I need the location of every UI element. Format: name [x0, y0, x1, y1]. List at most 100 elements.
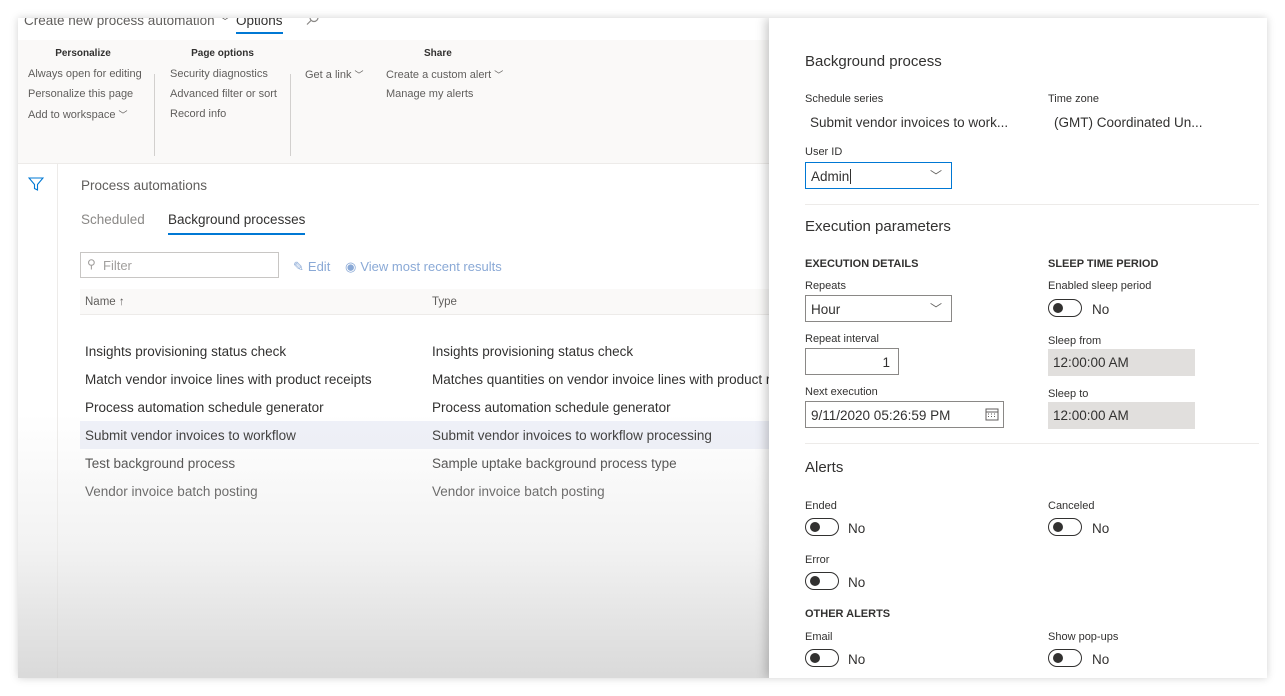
breadcrumb-label: Create new process automation	[24, 18, 215, 28]
ribbon-group-share: Share Create a custom alert ﹀ Manage my …	[386, 48, 506, 108]
view-most-recent-results-button[interactable]: ◉ View most recent results	[345, 259, 502, 275]
group-title: Share	[424, 48, 452, 59]
column-name-label: Name	[85, 296, 116, 308]
pencil-icon: ✎	[293, 259, 304, 274]
cell-type: Submit vendor invoices to workflow proce…	[432, 428, 712, 443]
section-heading-background-process: Background process	[805, 53, 942, 70]
chevron-down-icon: ﹀	[929, 302, 942, 316]
email-value: No	[848, 652, 866, 667]
sleep-to-label: Sleep to	[1048, 388, 1089, 400]
group-title: Page options	[191, 48, 254, 59]
sleep-from-label: Sleep from	[1048, 335, 1102, 347]
show-popups-label: Show pop-ups	[1048, 631, 1119, 643]
show-popups-toggle[interactable]	[1048, 649, 1082, 667]
ribbon-separator	[154, 74, 155, 156]
chevron-down-icon: ﹀	[494, 70, 504, 80]
eye-icon: ◉	[345, 259, 357, 274]
user-id-value: Admin	[811, 169, 850, 184]
cell-name: Insights provisioning status check	[85, 344, 287, 359]
view-results-label: View most recent results	[360, 259, 502, 274]
cell-name: Process automation schedule generator	[85, 400, 324, 415]
group-title: Personalize	[55, 48, 111, 59]
filter-icon[interactable]	[28, 176, 44, 192]
cell-name: Match vendor invoice lines with product …	[85, 372, 372, 387]
column-header-name[interactable]: Name ↑	[85, 296, 125, 308]
filter-pane	[18, 164, 58, 678]
group-title-empty	[305, 48, 364, 68]
execution-details-heading: EXECUTION DETAILS	[805, 258, 919, 270]
time-zone-value: (GMT) Coordinated Un...	[1054, 115, 1203, 130]
ended-toggle[interactable]	[805, 518, 839, 536]
search-icon[interactable]	[306, 18, 320, 29]
record-info-button[interactable]: Record info	[170, 108, 285, 128]
column-header-type[interactable]: Type	[432, 296, 457, 308]
error-toggle[interactable]	[805, 572, 839, 590]
ribbon-group-page-options: Page options Security diagnostics Advanc…	[170, 48, 285, 128]
sleep-time-period-heading: SLEEP TIME PERIOD	[1048, 258, 1159, 270]
section-divider	[805, 204, 1259, 205]
tab-background-processes[interactable]: Background processes	[168, 212, 306, 235]
cell-type: Matches quantities on vendor invoice lin…	[432, 372, 793, 387]
repeats-value: Hour	[811, 302, 841, 317]
show-popups-value: No	[1092, 652, 1110, 667]
add-to-workspace-button[interactable]: Add to workspace ﹀	[28, 108, 138, 128]
canceled-value: No	[1092, 521, 1110, 536]
search-icon: ⚲	[87, 257, 96, 271]
canceled-toggle[interactable]	[1048, 518, 1082, 536]
schedule-series-value: Submit vendor invoices to work...	[810, 115, 1009, 130]
cell-type: Sample uptake background process type	[432, 456, 677, 471]
enabled-sleep-period-toggle[interactable]	[1048, 299, 1082, 317]
user-id-combobox[interactable]: Admin ﹀	[805, 162, 952, 189]
get-a-link-button[interactable]: Get a link ﹀	[305, 68, 364, 88]
next-execution-label: Next execution	[805, 386, 878, 398]
calendar-icon[interactable]	[985, 407, 999, 421]
user-id-label: User ID	[805, 146, 843, 158]
tab-create-process-automation[interactable]: Create new process automation ﹀	[24, 18, 231, 29]
chevron-down-icon: ﹀	[118, 110, 128, 120]
cell-name: Test background process	[85, 456, 236, 471]
app-window: Create new process automation ﹀ Options P…	[18, 18, 1267, 678]
repeats-dropdown[interactable]: Hour ﹀	[805, 295, 952, 322]
schedule-series-label: Schedule series	[805, 93, 884, 105]
advanced-filter-button[interactable]: Advanced filter or sort	[170, 88, 285, 108]
filter-placeholder: Filter	[103, 258, 132, 273]
cell-type: Process automation schedule generator	[432, 400, 671, 415]
security-diagnostics-button[interactable]: Security diagnostics	[170, 68, 285, 88]
enabled-sleep-period-value: No	[1092, 302, 1110, 317]
section-divider	[805, 443, 1259, 444]
canceled-label: Canceled	[1048, 500, 1095, 512]
ended-label: Ended	[805, 500, 837, 512]
other-alerts-heading: OTHER ALERTS	[805, 608, 891, 620]
email-toggle[interactable]	[805, 649, 839, 667]
filter-input[interactable]: ⚲ Filter	[80, 252, 279, 278]
add-to-workspace-label: Add to workspace	[28, 109, 116, 121]
text-caret	[850, 169, 852, 184]
ribbon-separator	[290, 74, 291, 156]
cell-name: Vendor invoice batch posting	[85, 484, 258, 499]
repeats-label: Repeats	[805, 280, 846, 292]
cell-name: Submit vendor invoices to workflow	[85, 428, 296, 443]
email-label: Email	[805, 631, 833, 643]
next-execution-datetime-input[interactable]: 9/11/2020 05:26:59 PM	[805, 401, 1004, 428]
tab-options[interactable]: Options	[236, 18, 283, 34]
edit-button[interactable]: ✎ Edit	[293, 259, 330, 275]
always-open-for-editing-button[interactable]: Always open for editing	[28, 68, 142, 88]
cell-type: Vendor invoice batch posting	[432, 484, 605, 499]
section-heading-execution: Execution parameters	[805, 218, 951, 235]
repeat-interval-input[interactable]: 1	[805, 348, 899, 375]
error-value: No	[848, 575, 866, 590]
tab-scheduled[interactable]: Scheduled	[81, 212, 145, 233]
manage-my-alerts-button[interactable]: Manage my alerts	[386, 88, 506, 108]
personalize-page-button[interactable]: Personalize this page	[28, 88, 138, 108]
time-zone-label: Time zone	[1048, 93, 1099, 105]
cell-type: Insights provisioning status check	[432, 344, 634, 359]
background-process-details-panel: Background process Schedule series Submi…	[769, 18, 1267, 678]
error-label: Error	[805, 554, 830, 566]
create-custom-alert-button[interactable]: Create a custom alert ﹀	[386, 68, 506, 88]
ended-value: No	[848, 521, 866, 536]
edit-label: Edit	[307, 259, 331, 274]
page-title: Process automations	[81, 178, 208, 193]
chevron-down-icon[interactable]: ﹀	[930, 167, 942, 184]
sleep-to-field: 12:00:00 AM	[1048, 402, 1195, 429]
chevron-down-icon: ﹀	[354, 70, 364, 80]
